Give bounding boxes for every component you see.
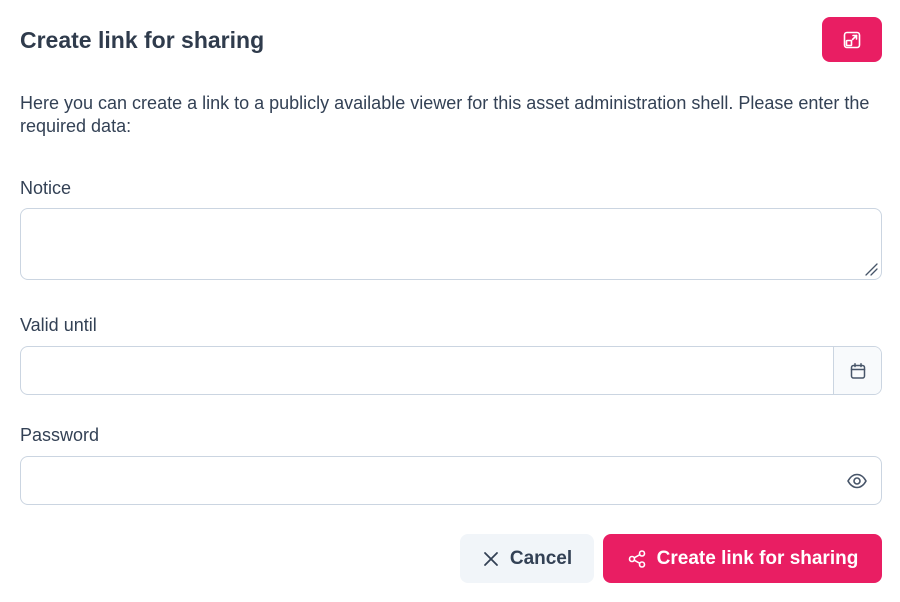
password-input[interactable]: [21, 457, 833, 504]
toggle-password-visibility[interactable]: [833, 457, 881, 504]
cancel-button-label: Cancel: [509, 547, 573, 569]
eye-icon: [847, 473, 867, 488]
valid-until-input[interactable]: [21, 347, 833, 394]
password-label: Password: [20, 425, 100, 445]
resize-grip-icon[interactable]: [864, 262, 878, 276]
notice-textarea[interactable]: [20, 208, 882, 280]
create-link-button[interactable]: Create link for sharing: [603, 534, 882, 583]
expand-icon: [843, 31, 861, 48]
dialog-intro: Here you can create a link to a publicly…: [20, 93, 870, 136]
calendar-button[interactable]: [833, 347, 881, 394]
create-link-button-label: Create link for sharing: [656, 547, 859, 569]
notice-label: Notice: [20, 178, 72, 198]
password-field: [20, 456, 882, 505]
calendar-icon: [850, 362, 865, 379]
cancel-button[interactable]: Cancel: [460, 534, 594, 583]
share-link-dialog: Create link for sharing Here you can cre…: [0, 0, 900, 602]
valid-until-field: [20, 346, 882, 395]
expand-button[interactable]: [822, 17, 882, 62]
valid-until-label: Valid until: [20, 315, 97, 335]
share-icon: [628, 549, 645, 568]
close-icon: [483, 551, 498, 566]
dialog-title: Create link for sharing: [20, 27, 265, 53]
